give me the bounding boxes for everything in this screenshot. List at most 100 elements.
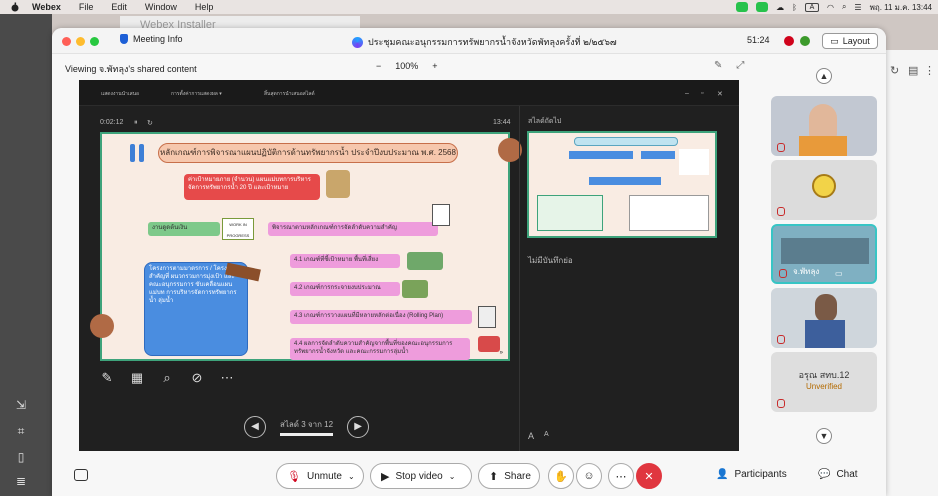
slide-decoration [90,314,114,338]
input-source-icon[interactable]: A [804,2,819,12]
line-icon[interactable] [756,2,769,12]
next-slide-button[interactable]: ▶ [347,416,370,438]
bluetooth-icon[interactable]: ᛒ [792,3,797,12]
presenter-display-settings[interactable]: การตั้งค่าการแสดงผล ▾ [171,90,222,98]
window-minimize-icon[interactable]: – [685,90,689,97]
menu-edit[interactable]: Edit [111,2,127,12]
participants-icon: 👤 [716,469,729,480]
zoom-in-button[interactable]: + [432,61,437,71]
raise-hand-button[interactable]: ✋ [548,463,574,489]
video-tile-active-speaker[interactable]: จ.พัทลุง ▭ [771,224,877,284]
window-close-icon[interactable]: ✕ [717,90,723,98]
background-browser-edge: ↻ ▤ ⋮ [884,50,938,496]
control-center-icon[interactable]: ☰ [854,3,861,12]
stop-video-label: Stop video [395,470,443,482]
search-icon[interactable]: ⌕ [842,2,846,12]
meeting-info-button[interactable]: Meeting Info [120,34,183,44]
macos-menubar: Webex File Edit Window Help ☁ ᛒ A ◠ ⌕ ☰ … [0,0,938,14]
participant-video [781,238,869,264]
muted-mic-icon: 🎙 [287,470,301,483]
menu-help[interactable]: Help [195,2,214,12]
layout-button[interactable]: ▭ Layout [822,33,878,49]
next-slide-thumbnail[interactable] [527,131,717,238]
no-notes-label: ไม่มีบันทึกย่อ [528,256,573,265]
presenter-end-show[interactable]: สิ้นสุดการนำเสนอสไลด์ [264,90,315,98]
video-tile-no-camera[interactable]: อรุณ สทบ.12 Unverified [771,352,877,412]
criterion-1: ค่าเป้าหมายภาย (จำนวน) แผนแม่บทการบริหาร… [184,174,320,200]
video-tile[interactable] [771,288,877,348]
illustration-4-1 [407,252,443,270]
thumb-text [679,149,709,175]
recording-indicator-icon[interactable] [784,36,794,46]
meeting-title-text: ประชุมคณะอนุกรรมการทรัพยากรน้ำจังหวัดพัท… [368,37,617,47]
thumb-box [569,151,633,159]
network-indicator-icon[interactable] [800,36,810,46]
unmute-button[interactable]: 🎙 Unmute ⌄ [276,463,364,489]
reactions-button[interactable]: ☺ [576,463,602,489]
crop-icon[interactable]: ⌗ [14,424,28,438]
close-icon: ✕ [644,470,654,483]
video-camera-icon: ▶ [381,470,390,483]
apple-icon[interactable] [10,2,20,12]
chevron-down-icon[interactable]: ⌄ [449,472,456,481]
illustration-4-2 [402,280,428,298]
zoom-controls: − 100% + [376,61,438,71]
minimize-window-button[interactable] [76,37,85,46]
muted-mic-icon [777,143,785,152]
menu-app-name[interactable]: Webex [32,2,61,12]
decrease-font-button[interactable]: A [544,431,549,441]
increase-font-button[interactable]: A [528,431,534,441]
video-tile[interactable] [771,160,877,220]
shield-icon [120,34,128,44]
menu-file[interactable]: File [79,2,94,12]
share-screen-icon: ⬆ [489,470,499,483]
tabs-icon[interactable]: ▤ [908,64,918,77]
layers-icon[interactable]: ≣ [14,474,28,488]
reload-icon[interactable]: ↻ [890,64,899,77]
chat-button[interactable]: 💬 Chat [818,469,858,480]
previous-slide-button[interactable]: ◀ [244,416,266,438]
participants-button[interactable]: 👤 Participants [716,469,787,480]
document-icon[interactable]: ▯ [14,450,28,464]
muted-mic-icon [777,207,785,216]
facetime-icon[interactable] [736,2,749,12]
chevron-down-icon[interactable]: ⌄ [348,472,355,481]
zoom-out-button[interactable]: − [376,61,381,71]
share-button[interactable]: ⬆ Share [478,463,540,489]
video-tile[interactable] [771,96,877,156]
presenter-show-taskbar[interactable]: แสดงงานนำเสนอ [101,90,139,98]
scroll-down-icon[interactable]: ▼ [816,428,832,444]
close-window-button[interactable] [62,37,71,46]
sub-criterion-4-1: 4.1 เกณฑ์ที่ชี้เป้าหมาย พื้นที่เสี่ยง [290,254,400,268]
stop-video-button[interactable]: ▶ Stop video ⌄ [370,463,472,489]
zoom-window-button[interactable] [90,37,99,46]
menu-window[interactable]: Window [145,2,177,12]
scroll-up-icon[interactable]: ▲ [816,68,832,84]
sub-criterion-4-3: 4.3 เกณฑ์การวางแผนที่มีหลายหลักต่อเนื่อง… [290,310,472,324]
see-all-slides-icon[interactable]: ▦ [129,370,145,386]
more-options-icon[interactable]: ⋯ [219,370,235,386]
more-options-button[interactable]: ⋯ [608,463,634,489]
expand-icon[interactable]: ⇲ [14,398,28,412]
hand-icon: ✋ [554,470,568,483]
cloud-icon[interactable]: ☁ [776,3,784,12]
criterion-3: พิจารณาตามหลักเกณฑ์การจัดลำดับความสำคัญ [268,222,438,236]
captions-icon[interactable] [74,469,88,481]
more-icon[interactable]: ⋮ [924,64,935,77]
worker-illustration [326,170,350,198]
menubar-datetime[interactable]: พฤ. 11 ม.ค. 13:44 [870,1,932,14]
clipboard-illustration [432,204,450,226]
layout-label: Layout [842,36,870,46]
wifi-icon[interactable]: ◠ [827,3,834,12]
pop-out-icon[interactable]: ⤢ [736,60,744,71]
pen-icon[interactable]: ✎ [99,370,115,386]
presenter-tools: ✎ ▦ ⌕ ⊘ ⋯ [99,370,235,386]
restart-timer-icon[interactable]: ↻ [147,119,153,127]
window-restore-icon[interactable]: ▫ [701,90,703,97]
black-screen-icon[interactable]: ⊘ [189,370,205,386]
pause-icon[interactable]: ⏸ [134,119,138,127]
annotate-icon[interactable]: ✎ [714,60,722,71]
layout-icon: ▭ [830,35,839,46]
leave-meeting-button[interactable]: ✕ [636,463,662,489]
zoom-slide-icon[interactable]: ⌕ [159,370,175,386]
